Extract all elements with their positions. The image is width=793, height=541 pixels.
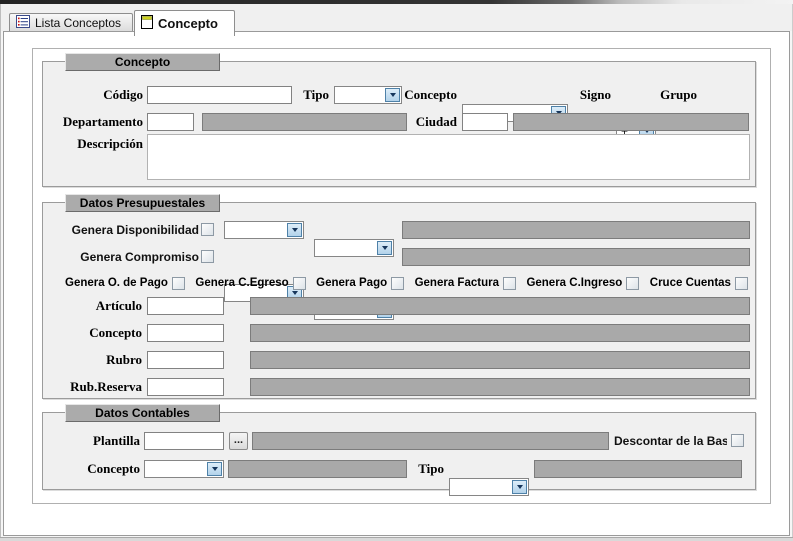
tipo-contable-label: Tipo (413, 460, 444, 478)
descripcion-textarea[interactable] (147, 134, 750, 180)
form-content-area: Concepto Código Tipo Concepto Signo + Gr… (3, 31, 790, 536)
rub-reserva-desc-field (250, 378, 750, 396)
application-window: Lista Conceptos Concepto Concepto Código… (0, 0, 793, 541)
articulo-input[interactable] (147, 297, 224, 315)
codigo-label: Código (63, 86, 143, 104)
tab-lista-conceptos-label: Lista Conceptos (35, 16, 121, 30)
plantilla-browse-button[interactable]: ... (229, 432, 248, 450)
tipo-combo-arrow-icon[interactable] (385, 88, 400, 102)
genera-factura-checkbox[interactable] (503, 277, 516, 290)
genera-pago-checkbox[interactable] (391, 277, 404, 290)
rubro-label: Rubro (53, 351, 142, 369)
section-concepto: Concepto Código Tipo Concepto Signo + Gr… (42, 61, 756, 187)
concepto-presup-desc-field (250, 324, 750, 342)
genera-o-de-pago-checkbox[interactable] (172, 277, 185, 290)
disponibilidad-combo-1-arrow-icon[interactable] (287, 223, 302, 237)
ciudad-code-input[interactable] (462, 113, 508, 131)
concepto-label: Concepto (403, 86, 457, 104)
genera-factura-pair: Genera Factura (415, 277, 516, 290)
genera-factura-label: Genera Factura (415, 277, 499, 289)
tab-strip: Lista Conceptos Concepto (1, 4, 792, 31)
rub-reserva-input[interactable] (147, 378, 224, 396)
concepto-contable-desc-field (228, 460, 407, 478)
rub-reserva-label: Rub.Reserva (53, 378, 142, 396)
concepto-contable-label: Concepto (53, 460, 140, 478)
genera-disponibilidad-checkbox[interactable] (201, 223, 214, 236)
plantilla-label: Plantilla (53, 432, 140, 450)
window-left-edge (0, 4, 1, 541)
genera-compromiso-checkbox[interactable] (201, 250, 214, 263)
disponibilidad-combo-1[interactable] (224, 221, 304, 239)
concepto-contable-combo-arrow-icon[interactable] (207, 462, 222, 476)
signo-label: Signo (571, 86, 611, 104)
genera-c-egreso-pair: Genera C.Egreso (195, 277, 305, 290)
tipo-contable-combo-arrow-icon[interactable] (512, 480, 527, 494)
descripcion-label: Descripción (55, 135, 143, 153)
tipo-contable-combo[interactable] (449, 478, 529, 496)
concepto-presup-label: Concepto (53, 324, 142, 342)
concepto-presup-input[interactable] (147, 324, 224, 342)
descontar-de-la-base-label: Descontar de la Base (614, 432, 727, 450)
disponibilidad-combo-2[interactable] (314, 239, 394, 257)
plantilla-desc-field (252, 432, 609, 450)
genera-c-ingreso-pair: Genera C.Ingreso (526, 277, 639, 290)
ciudad-label: Ciudad (407, 113, 457, 131)
genera-pago-label: Genera Pago (316, 277, 387, 289)
plantilla-input[interactable] (144, 432, 224, 450)
section-contables-header: Datos Contables (65, 404, 220, 422)
genera-pago-pair: Genera Pago (316, 277, 404, 290)
genera-c-egreso-label: Genera C.Egreso (195, 277, 288, 289)
cruce-cuentas-label: Cruce Cuentas (650, 277, 731, 289)
cruce-cuentas-pair: Cruce Cuentas (650, 277, 748, 290)
tab-concepto-label: Concepto (158, 16, 218, 31)
departamento-label: Departamento (55, 113, 143, 131)
section-datos-contables: Datos Contables Plantilla ... Descontar … (42, 412, 756, 490)
disponibilidad-combo-2-arrow-icon[interactable] (377, 241, 392, 255)
genera-c-ingreso-label: Genera C.Ingreso (526, 277, 622, 289)
genera-c-egreso-checkbox[interactable] (293, 277, 306, 290)
section-presupuestales-header: Datos Presupuestales (65, 194, 220, 212)
ciudad-name-field (513, 113, 749, 131)
form-icon (141, 15, 153, 32)
tipo-combo[interactable] (334, 86, 402, 104)
genera-checkbox-row: Genera O. de Pago Genera C.Egreso Genera… (65, 275, 748, 291)
rubro-input[interactable] (147, 351, 224, 369)
concepto-contable-combo[interactable] (144, 460, 224, 478)
genera-o-de-pago-pair: Genera O. de Pago (65, 277, 185, 290)
tab-concepto[interactable]: Concepto (134, 10, 235, 36)
departamento-code-input[interactable] (147, 113, 194, 131)
genera-o-de-pago-label: Genera O. de Pago (65, 277, 168, 289)
rubro-desc-field (250, 351, 750, 369)
tipo-label: Tipo (293, 86, 329, 104)
departamento-name-field (202, 113, 407, 131)
section-datos-presupuestales: Datos Presupuestales Genera Disponibilid… (42, 202, 756, 399)
genera-compromiso-label: Genera Compromiso (53, 248, 199, 266)
cruce-cuentas-checkbox[interactable] (735, 277, 748, 290)
disponibilidad-desc-field (402, 221, 750, 239)
genera-disponibilidad-label: Genera Disponibilidad (53, 221, 199, 239)
section-concepto-header: Concepto (65, 53, 220, 71)
articulo-desc-field (250, 297, 750, 315)
codigo-input[interactable] (147, 86, 292, 104)
tipo-contable-desc-field (534, 460, 742, 478)
descontar-checkbox[interactable] (731, 434, 744, 447)
list-icon (16, 15, 30, 31)
grupo-label: Grupo (657, 86, 697, 104)
tab-lista-conceptos[interactable]: Lista Conceptos (9, 13, 133, 32)
genera-c-ingreso-checkbox[interactable] (626, 277, 639, 290)
window-bottom-edge (0, 537, 793, 541)
compromiso-desc-field (402, 248, 750, 266)
articulo-label: Artículo (53, 297, 142, 315)
